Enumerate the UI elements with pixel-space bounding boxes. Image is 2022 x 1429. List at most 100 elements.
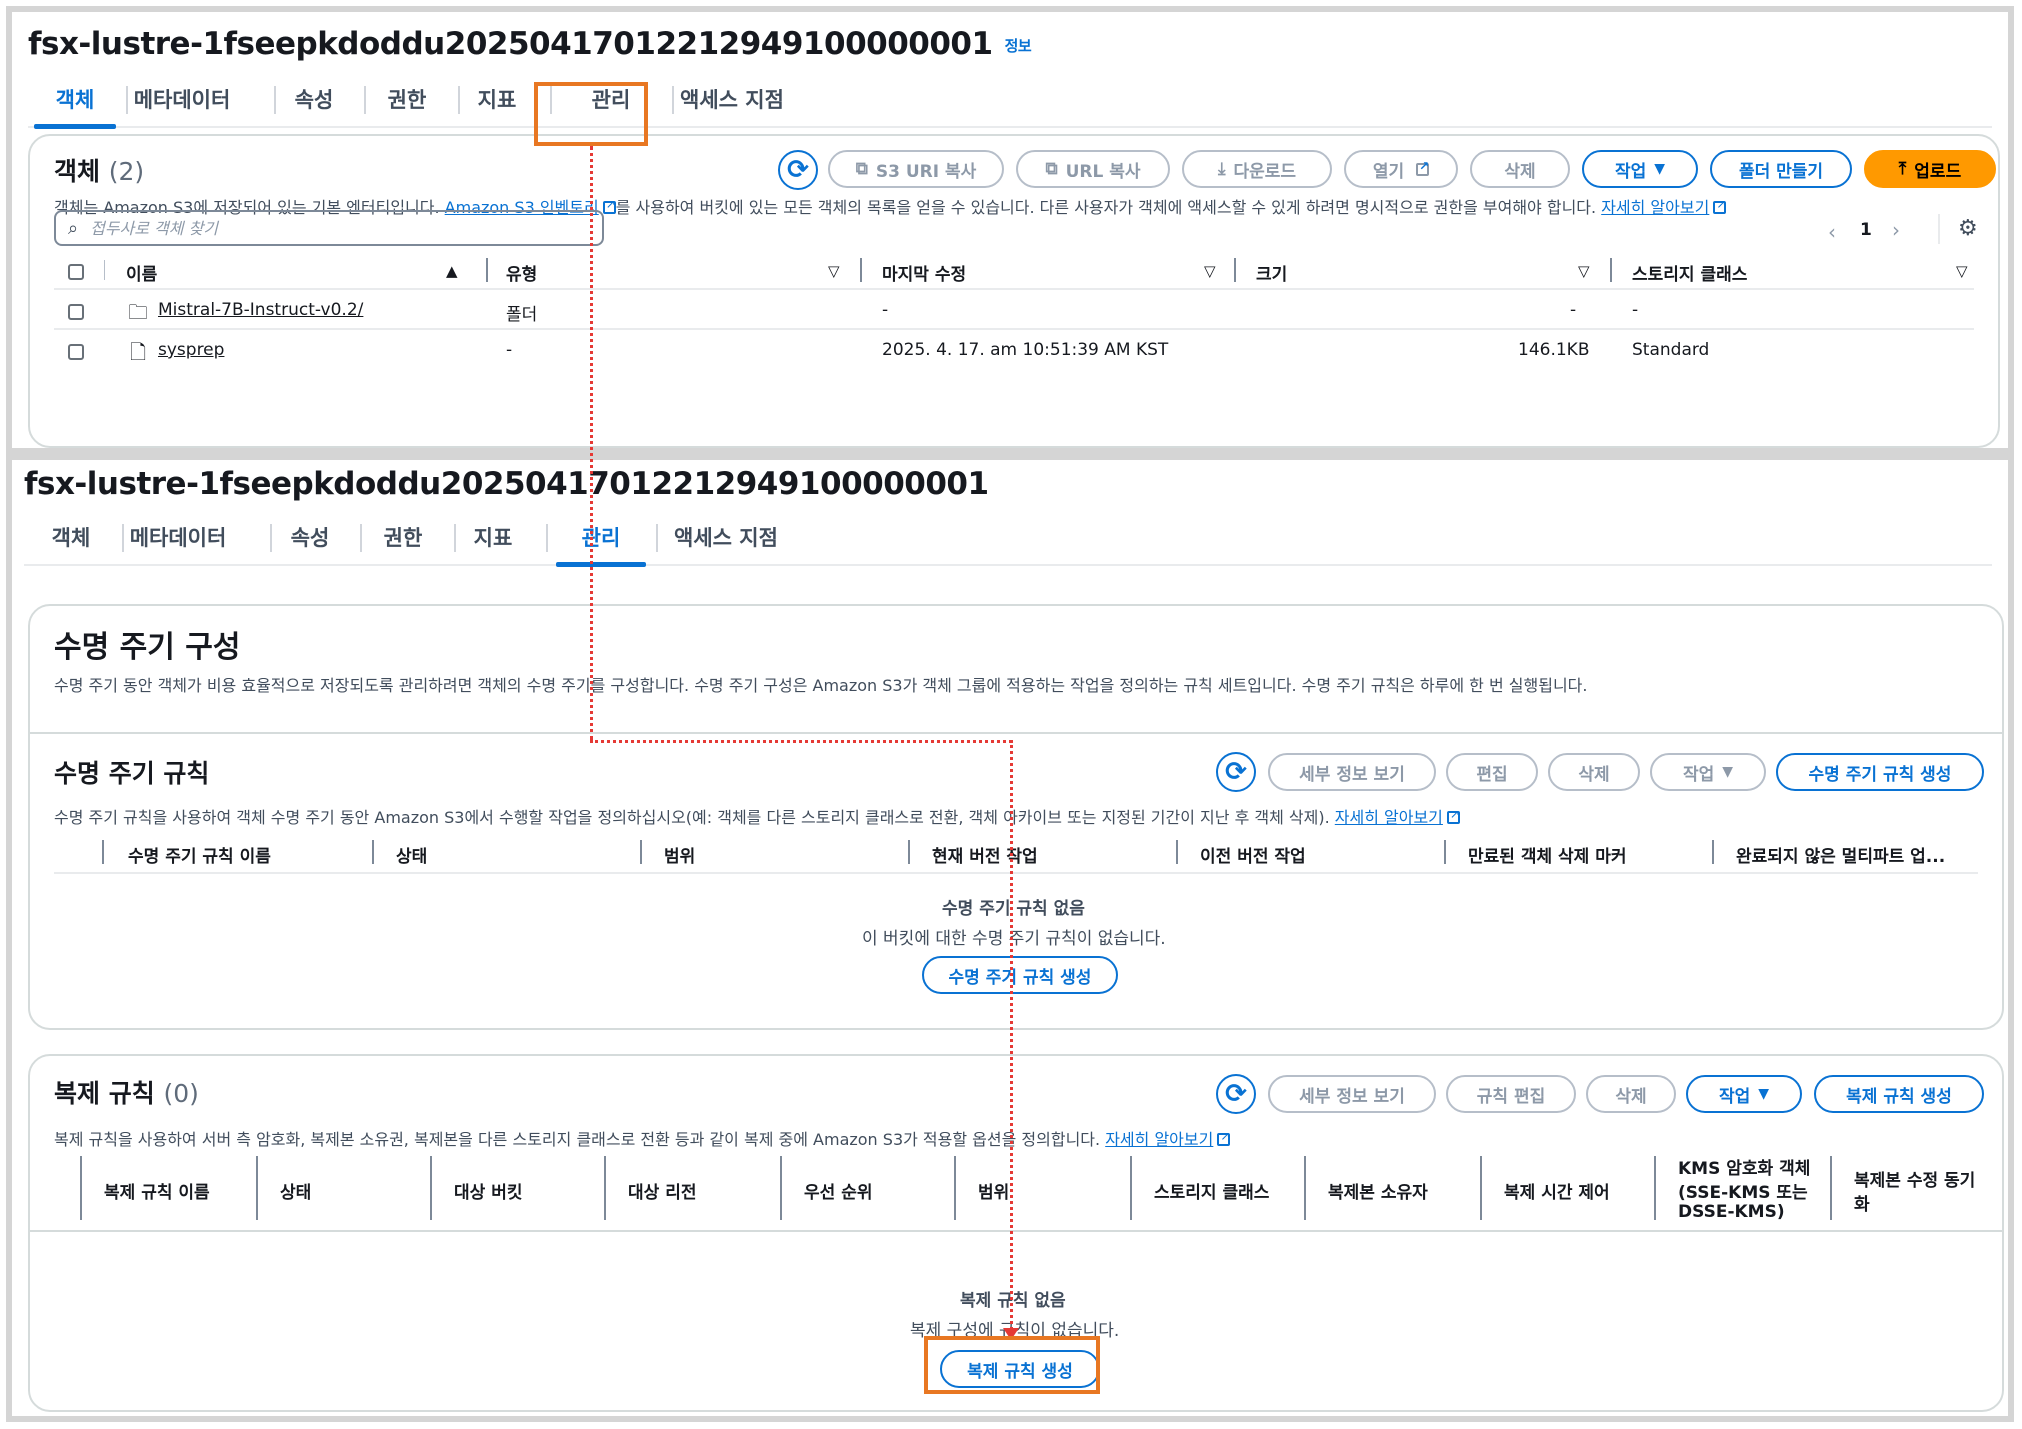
info-link[interactable]: 정보 [1005, 37, 1032, 55]
edit-button[interactable]: 편집 [1446, 753, 1538, 791]
next-page-button[interactable]: › [1892, 218, 1900, 242]
col-incomplete-multipart[interactable]: 완료되지 않은 멀티파트 업... [1736, 842, 1945, 867]
actions-dropdown[interactable]: 작업 ▼ [1582, 150, 1698, 188]
create-lifecycle-rule-empty-button[interactable]: 수명 주기 규칙 생성 [922, 956, 1118, 994]
lifecycle-empty-title: 수명 주기 규칙 없음 [942, 899, 1085, 919]
upload-button[interactable]: ⤒ 업로드 [1864, 150, 1996, 188]
settings-icon[interactable]: ⚙ [1958, 216, 1978, 241]
refresh-icon: ⟳ [1225, 757, 1247, 787]
object-size: - [1570, 300, 1577, 320]
tab-metadata[interactable]: 메타데이터 [124, 510, 232, 564]
create-lifecycle-rule-button[interactable]: 수명 주기 규칙 생성 [1776, 753, 1984, 791]
delete-button[interactable]: 삭제 [1470, 150, 1570, 188]
row-checkbox[interactable] [68, 304, 84, 320]
tab-permissions[interactable]: 권한 [368, 72, 446, 126]
learn-more-link[interactable]: 자세히 알아보기 [1335, 808, 1443, 827]
tab-bar: 객체 메타데이터 속성 권한 지표 관리 액세스 지점 [24, 510, 1992, 567]
tab-bar: 객체 메타데이터 속성 권한 지표 관리 액세스 지점 [28, 72, 1992, 129]
delete-button[interactable]: 삭제 [1586, 1075, 1676, 1113]
sort-icon[interactable]: ▽ [828, 262, 840, 280]
tab-metrics[interactable]: 지표 [460, 72, 534, 126]
open-button[interactable]: 열기 [1344, 150, 1458, 188]
col-storage-class[interactable]: 스토리지 클래스 [1632, 260, 1747, 285]
col-last-modified[interactable]: 마지막 수정 [882, 260, 966, 285]
object-storage: Standard [1632, 340, 1710, 360]
prev-page-button[interactable]: ‹ [1828, 220, 1836, 244]
caret-down-icon: ▼ [1654, 161, 1666, 177]
actions-dropdown[interactable]: 작업 ▼ [1686, 1075, 1802, 1113]
bucket-name: fsx-lustre-1fseepkdoddu20250417012212949… [28, 26, 993, 62]
col-status[interactable]: 상태 [396, 842, 427, 867]
col-lifecycle-rule-name[interactable]: 수명 주기 규칙 이름 [128, 842, 271, 867]
col-name[interactable]: 이름 [126, 260, 157, 285]
create-folder-button[interactable]: 폴더 만들기 [1710, 150, 1852, 188]
object-type: - [506, 340, 513, 360]
create-replication-rule-button[interactable]: 복제 규칙 생성 [1814, 1075, 1984, 1113]
search-box[interactable]: ⌕ [54, 210, 604, 246]
delete-button[interactable]: 삭제 [1548, 753, 1640, 791]
objects-title: 객체 (2) [54, 157, 145, 186]
col-destination-region[interactable]: 대상 리전 [628, 1178, 696, 1203]
col-storage-class[interactable]: 스토리지 클래스 [1154, 1178, 1269, 1203]
tab-access-points[interactable]: 액세스 지점 [664, 510, 788, 564]
copy-url-button[interactable]: ⧉ URL 복사 [1016, 150, 1170, 188]
edit-rule-button[interactable]: 규칙 편집 [1446, 1075, 1576, 1113]
col-priority[interactable]: 우선 순위 [804, 1178, 872, 1203]
refresh-button[interactable]: ⟳ [778, 150, 818, 190]
row-checkbox[interactable] [68, 344, 84, 360]
object-storage: - [1632, 300, 1639, 320]
refresh-button[interactable]: ⟳ [1216, 752, 1256, 792]
download-button[interactable]: ⤓ 다운로드 [1182, 150, 1332, 188]
tab-objects[interactable]: 객체 [34, 72, 116, 129]
learn-more-link[interactable]: 자세히 알아보기 [1105, 1130, 1213, 1149]
annotation-arrow [1010, 740, 1013, 1330]
view-details-button[interactable]: 세부 정보 보기 [1268, 753, 1436, 791]
col-replication-time-control[interactable]: 복제 시간 제어 [1504, 1178, 1610, 1203]
col-expired-delete-markers[interactable]: 만료된 객체 삭제 마커 [1468, 842, 1627, 867]
sort-icon[interactable]: ▽ [1956, 262, 1968, 280]
col-status[interactable]: 상태 [280, 1178, 311, 1203]
col-replication-rule-name[interactable]: 복제 규칙 이름 [104, 1178, 210, 1203]
bucket-title: fsx-lustre-1fseepkdoddu20250417012212949… [28, 26, 1032, 62]
col-previous-version-actions[interactable]: 이전 버전 작업 [1200, 842, 1306, 867]
col-replica-owner[interactable]: 복제본 소유자 [1328, 1178, 1428, 1203]
view-details-button[interactable]: 세부 정보 보기 [1268, 1075, 1436, 1113]
tab-access-points[interactable]: 액세스 지점 [676, 72, 788, 126]
select-all-checkbox[interactable] [68, 264, 84, 280]
objects-panel: 객체 (2) ⟳ ⧉S3 URI 복사 ⧉URL 복사 ⤓다운로드 열기 삭제 … [28, 134, 2000, 448]
tab-properties[interactable]: 속성 [270, 510, 350, 564]
learn-more-link[interactable]: 자세히 알아보기 [1601, 198, 1709, 217]
search-input[interactable] [88, 217, 573, 239]
lifecycle-panel: 수명 주기 구성 수명 주기 동안 객체가 비용 효율적으로 저장되도록 관리하… [28, 604, 2004, 1030]
tab-properties[interactable]: 속성 [274, 72, 354, 126]
refresh-button[interactable]: ⟳ [1216, 1074, 1256, 1114]
lifecycle-rules-description: 수명 주기 규칙을 사용하여 객체 수명 주기 동안 Amazon S3에서 수… [54, 804, 1460, 828]
object-link[interactable]: Mistral-7B-Instruct-v0.2/ [158, 300, 363, 320]
tab-management[interactable]: 관리 [556, 510, 646, 567]
annotation-arrow [590, 740, 1012, 743]
actions-dropdown[interactable]: 작업 ▼ [1650, 753, 1766, 791]
copy-s3-uri-button[interactable]: ⧉ S3 URI 복사 [828, 150, 1004, 188]
page-number[interactable]: 1 [1860, 220, 1872, 240]
lifecycle-empty-subtitle: 이 버킷에 대한 수명 주기 규칙이 없습니다. [862, 929, 1166, 949]
object-modified: 2025. 4. 17. am 10:51:39 AM KST [882, 340, 1169, 360]
replication-rules-description: 복제 규칙을 사용하여 서버 측 암호화, 복제본 소유권, 복제본을 다른 스… [54, 1126, 1230, 1150]
object-size: 146.1KB [1518, 340, 1590, 360]
col-scope[interactable]: 범위 [978, 1178, 1009, 1203]
col-current-version-actions[interactable]: 현재 버전 작업 [932, 842, 1038, 867]
sort-icon[interactable]: ▽ [1578, 262, 1590, 280]
sort-icon[interactable]: ▲ [446, 262, 458, 280]
tab-objects[interactable]: 객체 [30, 510, 112, 564]
sort-icon[interactable]: ▽ [1204, 262, 1216, 280]
copy-icon: ⧉ [1045, 159, 1058, 179]
col-scope[interactable]: 범위 [664, 842, 695, 867]
annotation-arrow [590, 146, 593, 740]
tab-permissions[interactable]: 권한 [364, 510, 442, 564]
tab-metadata[interactable]: 메타데이터 [128, 72, 236, 126]
col-size[interactable]: 크기 [1256, 260, 1287, 285]
object-link[interactable]: sysprep [158, 340, 224, 360]
col-destination-bucket[interactable]: 대상 버킷 [454, 1178, 522, 1203]
copy-icon: ⧉ [855, 159, 868, 179]
col-type[interactable]: 유형 [506, 260, 537, 285]
tab-metrics[interactable]: 지표 [456, 510, 530, 564]
